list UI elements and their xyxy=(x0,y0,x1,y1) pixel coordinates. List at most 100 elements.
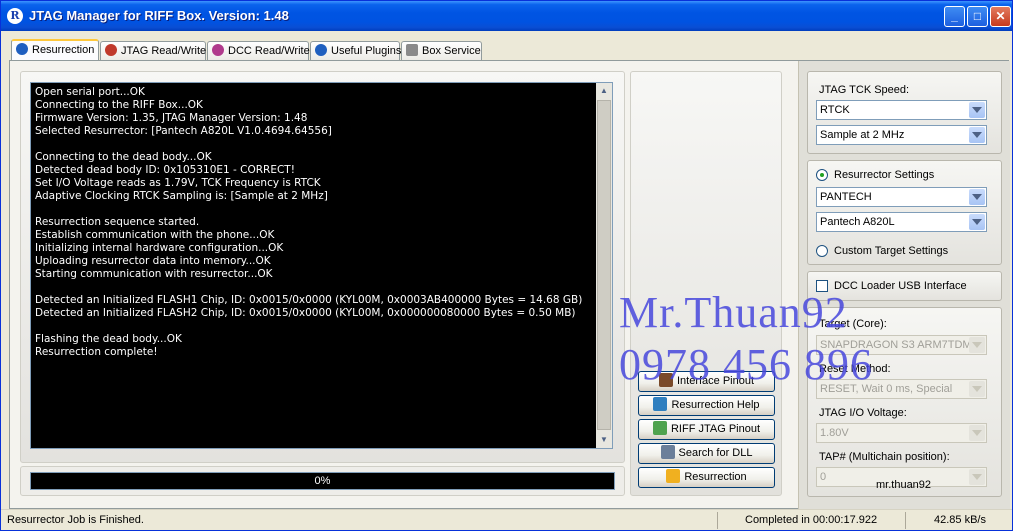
io-voltage-select[interactable]: 1.80V xyxy=(816,423,987,443)
tab-resurrection[interactable]: Resurrection xyxy=(11,39,99,61)
log-line: Firmware Version: 1.35, JTAG Manager Ver… xyxy=(35,112,308,124)
search-dll-button[interactable]: Search for DLL xyxy=(638,443,775,464)
status-message: Resurrector Job is Finished. xyxy=(7,514,144,526)
log-line: Uploading resurrector data into memory..… xyxy=(35,255,271,267)
button-label: RIFF JTAG Pinout xyxy=(670,423,761,435)
resurrection-help-button[interactable]: Resurrection Help xyxy=(638,395,775,416)
status-speed: 42.85 kB/s xyxy=(934,514,986,526)
settings-panel: JTAG TCK Speed: RTCK Sample at 2 MHz Res… xyxy=(798,61,1010,510)
tab-label: Useful Plugins xyxy=(331,45,402,57)
disk-icon xyxy=(212,44,224,56)
tck-speed-label: JTAG TCK Speed: xyxy=(819,84,910,96)
chevron-down-icon[interactable] xyxy=(969,337,985,353)
log-line: Resurrection complete! xyxy=(35,346,158,358)
minimize-icon: _ xyxy=(951,9,958,23)
scroll-up-icon[interactable]: ▲ xyxy=(596,83,612,99)
scroll-thumb[interactable] xyxy=(597,100,611,430)
log-line: Detected an Initialized FLASH2 Chip, ID:… xyxy=(35,307,576,319)
select-value: 1.80V xyxy=(820,427,849,439)
log-line: Detected dead body ID: 0x105310E1 - CORR… xyxy=(35,164,295,176)
status-divider xyxy=(717,512,718,529)
log-line: Resurrection sequence started. xyxy=(35,216,200,228)
close-icon: ✕ xyxy=(995,9,1006,23)
chevron-down-icon[interactable] xyxy=(969,127,985,143)
minimize-button[interactable]: _ xyxy=(944,6,965,27)
select-value: PANTECH xyxy=(820,191,872,203)
actions-panel: Interface Pinout Resurrection Help RIFF … xyxy=(630,71,782,496)
tab-jtag-read-write[interactable]: JTAG Read/Write xyxy=(100,41,206,60)
resurrection-button[interactable]: Resurrection xyxy=(638,467,775,488)
log-line: Flashing the dead body...OK xyxy=(35,333,182,345)
tab-label: Box Service xyxy=(422,45,481,57)
log-output[interactable]: Open serial port...OK Connecting to the R… xyxy=(30,82,613,449)
resurrector-group: Resurrector Settings PANTECH Pantech A82… xyxy=(807,160,1002,265)
tab-box-service[interactable]: Box Service xyxy=(401,41,482,60)
manufacturer-select[interactable]: PANTECH xyxy=(816,187,987,207)
status-elapsed: Completed in 00:00:17.922 xyxy=(745,514,878,526)
log-line: Adaptive Clocking RTCK Sampling is: [Sam… xyxy=(35,190,328,202)
sample-rate-select[interactable]: Sample at 2 MHz xyxy=(816,125,987,145)
dcc-loader-label: DCC Loader USB Interface xyxy=(834,280,967,292)
maximize-icon: □ xyxy=(973,9,982,23)
info-icon xyxy=(16,43,28,55)
resurrector-settings-label: Resurrector Settings xyxy=(834,169,935,181)
main-window: R JTAG Manager for RIFF Box. Version: 1.… xyxy=(0,0,1013,531)
maximize-button[interactable]: □ xyxy=(967,6,988,27)
status-divider xyxy=(905,512,906,529)
box-icon xyxy=(406,44,418,56)
select-value: Sample at 2 MHz xyxy=(820,129,905,141)
tab-label: JTAG Read/Write xyxy=(121,45,207,57)
chevron-down-icon[interactable] xyxy=(969,425,985,441)
tab-label: DCC Read/Write xyxy=(228,45,310,57)
log-line: Initializing internal hardware configura… xyxy=(35,242,284,254)
log-scrollbar[interactable]: ▲ ▼ xyxy=(596,83,612,448)
model-select[interactable]: Pantech A820L xyxy=(816,212,987,232)
resurrector-settings-radio[interactable] xyxy=(816,169,828,181)
scroll-down-icon[interactable]: ▼ xyxy=(596,432,612,448)
log-line: Connecting to the dead body...OK xyxy=(35,151,212,163)
search-icon xyxy=(660,445,675,459)
title-bar[interactable]: R JTAG Manager for RIFF Box. Version: 1.… xyxy=(1,1,1012,31)
select-value: RTCK xyxy=(820,104,850,116)
log-panel: Open serial port...OK Connecting to the R… xyxy=(20,71,625,463)
chevron-down-icon[interactable] xyxy=(969,214,985,230)
chevron-down-icon[interactable] xyxy=(969,381,985,397)
pencil-icon xyxy=(652,421,667,435)
close-button[interactable]: ✕ xyxy=(990,6,1011,27)
window-title: JTAG Manager for RIFF Box. Version: 1.48 xyxy=(29,8,289,23)
watermark-phone: 0978 456 896 xyxy=(619,340,873,389)
log-line: Selected Resurrector: [Pantech A820L V1.… xyxy=(35,125,332,137)
watermark-name: Mr.Thuan92 xyxy=(619,288,848,337)
custom-target-radio[interactable] xyxy=(816,245,828,257)
help-book-icon xyxy=(653,397,668,411)
status-bar: Resurrector Job is Finished. Completed i… xyxy=(1,509,1012,530)
tck-speed-select[interactable]: RTCK xyxy=(816,100,987,120)
log-line: Connecting to the RIFF Box...OK xyxy=(35,99,203,111)
log-lines: Open serial port...OK Connecting to the R… xyxy=(35,86,595,359)
chevron-down-icon[interactable] xyxy=(969,189,985,205)
tab-useful-plugins[interactable]: Useful Plugins xyxy=(310,41,402,60)
chevron-down-icon[interactable] xyxy=(969,102,985,118)
button-label: Resurrection xyxy=(684,471,747,483)
riff-jtag-pinout-button[interactable]: RIFF JTAG Pinout xyxy=(638,419,775,440)
tab-page-resurrection: Open serial port...OK Connecting to the R… xyxy=(9,60,1010,510)
chip-icon xyxy=(105,44,117,56)
tab-dcc-read-write[interactable]: DCC Read/Write xyxy=(207,41,310,60)
io-voltage-label: JTAG I/O Voltage: xyxy=(819,407,907,419)
log-line: Establish communication with the phone..… xyxy=(35,229,275,241)
log-line: Starting communication with resurrector.… xyxy=(35,268,273,280)
custom-target-label: Custom Target Settings xyxy=(834,245,949,257)
log-line: Open serial port...OK xyxy=(35,86,145,98)
select-value: Pantech A820L xyxy=(820,216,895,228)
app-icon[interactable]: R xyxy=(7,8,23,24)
tck-speed-group: JTAG TCK Speed: RTCK Sample at 2 MHz xyxy=(807,71,1002,154)
log-line: Set I/O Voltage reads as 1.79V, TCK Freq… xyxy=(35,177,321,189)
lightning-icon xyxy=(666,469,681,483)
select-value: 0 xyxy=(820,471,827,483)
progress-panel: 0% xyxy=(20,466,625,496)
progress-bar: 0% xyxy=(30,472,615,490)
chevron-down-icon[interactable] xyxy=(969,469,985,485)
